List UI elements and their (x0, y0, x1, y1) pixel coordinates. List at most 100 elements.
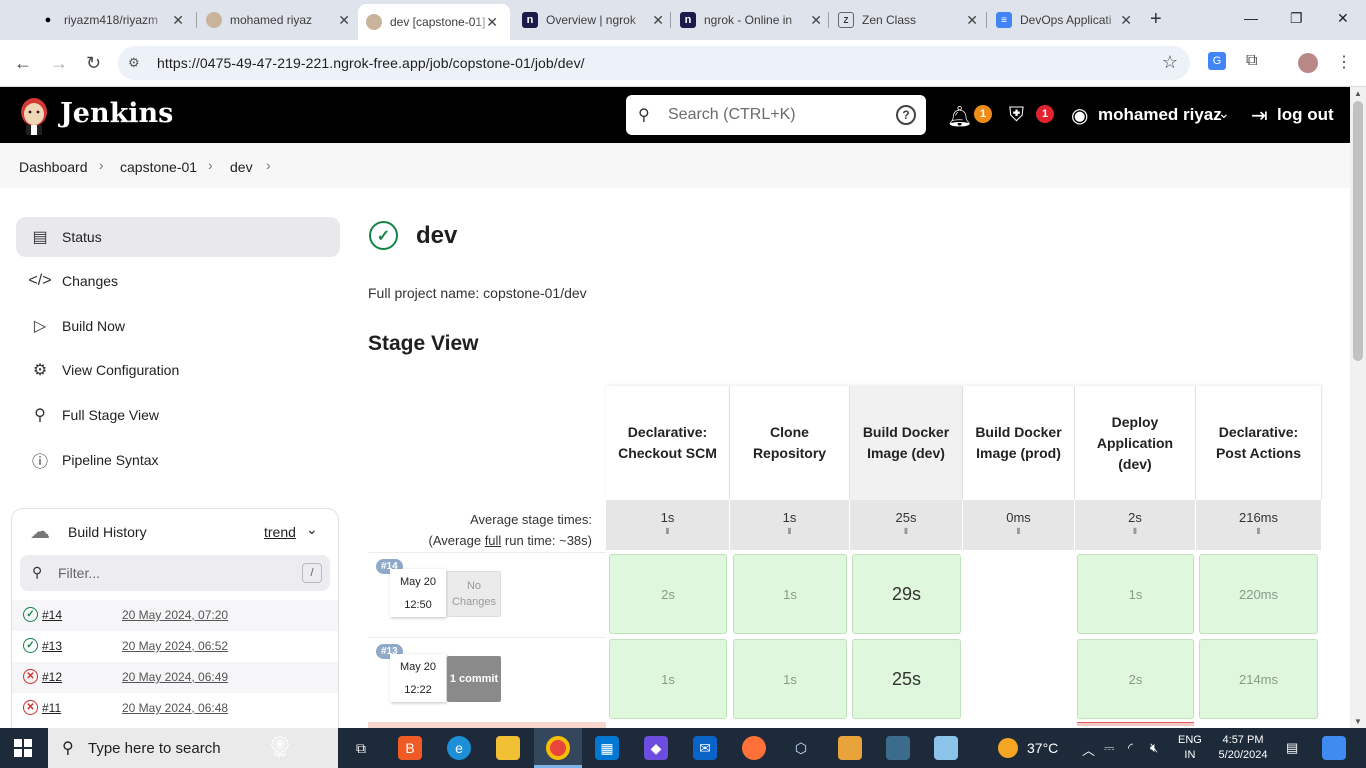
jenkins-brand[interactable]: Jenkins (60, 98, 173, 129)
bell-icon[interactable]: 🔔︎ (947, 104, 972, 129)
page-scrollbar[interactable]: ▲ ▼ (1350, 87, 1366, 728)
notifications-badge[interactable]: 1 (974, 105, 992, 123)
sidebar-item-status[interactable]: ▤ Status (16, 217, 340, 257)
restore-icon[interactable]: ❐ (1290, 10, 1303, 27)
build-number-link[interactable]: #14 (42, 608, 62, 622)
close-window-icon[interactable]: ✕ (1337, 10, 1349, 27)
bookmark-star-icon[interactable]: ☆ (1162, 52, 1178, 73)
browser-tab[interactable]: ● riyazm418/riyazm ✕ (40, 6, 192, 34)
browser-tab[interactable]: n Overview | ngrok ✕ (522, 6, 672, 34)
close-icon[interactable]: ✕ (966, 12, 978, 29)
stage-cell-success[interactable]: 214ms (1199, 639, 1318, 719)
scroll-up-icon[interactable]: ▲ (1354, 89, 1362, 98)
sidebar-item-view-configuration[interactable]: ⚙ View Configuration (16, 350, 340, 390)
sidebar-item-pipeline-syntax[interactable]: ⓘ Pipeline Syntax (16, 440, 340, 480)
network-icon[interactable]: ⎓ (1104, 740, 1114, 756)
avg-full-link[interactable]: full (485, 533, 502, 548)
build-date-link[interactable]: 20 May 2024, 06:52 (122, 639, 228, 653)
run-changes[interactable]: No Changes (447, 571, 501, 617)
copilot-taskbar-icon[interactable] (1322, 736, 1346, 760)
translate-icon[interactable]: G (1208, 52, 1226, 70)
menu-icon[interactable]: ⋮ (1336, 52, 1352, 72)
chevron-down-icon[interactable]: ⌄ (1218, 105, 1230, 122)
sidebar-item-full-stage-view[interactable]: ⚲ Full Stage View (16, 395, 340, 435)
breadcrumb-dev[interactable]: dev (230, 159, 253, 175)
build-date-link[interactable]: 20 May 2024, 06:48 (122, 701, 228, 715)
chevron-right-icon[interactable]: › (208, 157, 213, 173)
jenkins-logo-icon[interactable] (18, 97, 50, 135)
chevron-up-icon[interactable]: ︿ (1082, 740, 1095, 759)
breadcrumb-dashboard[interactable]: Dashboard (19, 159, 88, 175)
browser-tab[interactable]: mohamed riyaz ✕ (206, 6, 358, 34)
security-badge[interactable]: 1 (1036, 105, 1054, 123)
virtualbox-icon[interactable]: ⬡ (789, 736, 813, 760)
sidebar-item-changes[interactable]: </> Changes (16, 261, 340, 301)
wifi-icon[interactable]: ◜ (1128, 740, 1133, 756)
build-number-link[interactable]: #11 (42, 701, 61, 715)
minimize-icon[interactable]: — (1244, 10, 1258, 26)
search-placeholder[interactable]: Search (CTRL+K) (668, 106, 796, 124)
copilot-icon[interactable]: ◆ (644, 736, 668, 760)
scroll-down-icon[interactable]: ▼ (1354, 717, 1362, 726)
stage-cell-success[interactable]: 29s (852, 554, 961, 634)
back-icon[interactable]: ← (14, 53, 32, 74)
edge-icon[interactable]: e (447, 736, 471, 760)
windows-start-icon[interactable] (14, 739, 32, 757)
taskbar-search[interactable]: ⚲ Type here to search 🌻︎ (48, 728, 338, 768)
file-explorer-icon[interactable] (496, 736, 520, 760)
user-icon[interactable]: ◉ (1071, 103, 1088, 128)
browser-tab[interactable]: Z Zen Class ✕ (838, 6, 986, 34)
stage-cell-success[interactable]: 2s (609, 554, 727, 634)
shield-icon[interactable]: ⛨ (1009, 104, 1024, 127)
stage-cell-success[interactable]: 1s (1077, 554, 1194, 634)
build-date-link[interactable]: 20 May 2024, 06:49 (122, 670, 228, 684)
paint-icon[interactable] (838, 736, 862, 760)
notepad-icon[interactable] (934, 736, 958, 760)
brave-icon[interactable]: B (398, 736, 422, 760)
url-text[interactable]: https://0475-49-47-219-221.ngrok-free.ap… (157, 55, 585, 71)
chrome-icon[interactable] (546, 736, 570, 760)
close-icon[interactable]: ✕ (652, 12, 664, 29)
logout-link[interactable]: log out (1277, 105, 1334, 125)
extensions-icon[interactable]: ⧉ (1246, 52, 1257, 70)
weather-sun-icon[interactable] (998, 738, 1018, 758)
build-filter-input[interactable]: ⚲ Filter... / (20, 555, 330, 591)
build-history-title[interactable]: Build History (68, 524, 147, 540)
stage-cell-success[interactable]: 2s (1077, 639, 1194, 719)
store-icon[interactable]: ▦ (595, 736, 619, 760)
sidebar-item-build-now[interactable]: ▷ Build Now (16, 306, 340, 346)
close-icon[interactable]: ✕ (810, 12, 822, 29)
close-icon[interactable]: ✕ (486, 14, 498, 31)
language-indicator[interactable]: ENG IN (1178, 733, 1202, 763)
user-name[interactable]: mohamed riyaz (1098, 105, 1222, 125)
forward-icon[interactable]: → (50, 53, 68, 74)
firefox-icon[interactable] (742, 736, 766, 760)
browser-tab[interactable]: n ngrok - Online in ✕ (680, 6, 830, 34)
chevron-right-icon[interactable]: › (266, 157, 271, 173)
breadcrumb-capstone[interactable]: capstone-01 (120, 159, 197, 175)
chevron-down-icon[interactable]: ⌄ (306, 521, 318, 538)
task-view-icon[interactable]: ⧉ (349, 736, 373, 760)
logout-icon[interactable]: ⇥ (1251, 103, 1268, 128)
site-settings-icon[interactable]: ⚙ (128, 55, 140, 71)
stage-cell-success[interactable]: 220ms (1199, 554, 1318, 634)
profile-avatar[interactable] (1298, 53, 1318, 73)
notification-center-icon[interactable]: ▤ (1286, 740, 1298, 756)
close-icon[interactable]: ✕ (1120, 12, 1132, 29)
reload-icon[interactable]: ↻ (86, 53, 101, 74)
snipping-tool-icon[interactable] (886, 736, 910, 760)
stage-cell-success[interactable]: 1s (609, 639, 727, 719)
help-icon[interactable]: ? (896, 105, 916, 125)
stage-cell-success[interactable]: 1s (733, 639, 847, 719)
build-number-link[interactable]: #13 (42, 639, 62, 653)
run-changes[interactable]: 1 commit (447, 656, 501, 702)
volume-muted-icon[interactable]: 🔇︎ (1150, 740, 1158, 756)
build-date-link[interactable]: 20 May 2024, 07:20 (122, 608, 228, 622)
jenkins-search[interactable]: ⚲ Search (CTRL+K) ? (626, 95, 926, 135)
stage-cell-success[interactable]: 25s (852, 639, 961, 719)
clock[interactable]: 4:57 PM 5/20/2024 (1212, 733, 1274, 763)
close-icon[interactable]: ✕ (338, 12, 350, 29)
mail-icon[interactable]: ✉ (693, 736, 717, 760)
browser-tab[interactable]: ≡ DevOps Applicati ✕ (996, 6, 1140, 34)
scrollbar-thumb[interactable] (1353, 101, 1363, 361)
